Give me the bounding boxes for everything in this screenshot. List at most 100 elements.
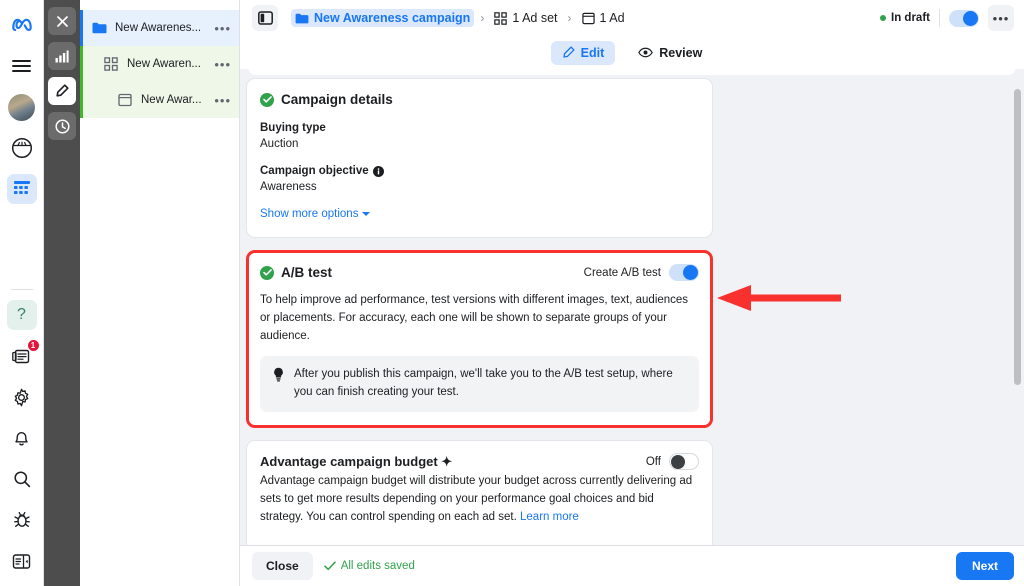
check-icon (323, 561, 336, 571)
list-item-label: New Awaren... (127, 58, 201, 70)
top-bar: New Awareness campaign › 1 Ad set › 1 Ad… (240, 0, 1024, 36)
status-label: In draft (891, 12, 930, 24)
ab-test-tip: After you publish this campaign, we'll t… (260, 356, 699, 413)
news-badge: 1 (26, 339, 40, 352)
help-icon[interactable]: ? (6, 300, 37, 330)
status-dot-icon (880, 15, 887, 21)
breadcrumb: New Awareness campaign › 1 Ad set › 1 Ad (291, 9, 629, 27)
advantage-budget-state-label: Off (645, 455, 661, 468)
list-item-menu-button[interactable]: ••• (214, 93, 239, 108)
show-more-options-link[interactable]: Show more options (260, 208, 371, 220)
ad-icon (116, 93, 134, 107)
ab-test-description: To help improve ad performance, test ver… (260, 294, 689, 342)
bug-icon[interactable] (7, 505, 37, 535)
campaign-details-title: Campaign details (260, 92, 699, 107)
mini-close-button[interactable] (48, 7, 76, 35)
app-window: ? 1 New Awarenes... ••• New Awaren... ••… (0, 0, 1024, 586)
breadcrumb-adset-label: 1 Ad set (512, 11, 558, 25)
tab-review[interactable]: Review (627, 41, 713, 65)
campaign-objective-text: Campaign objective (260, 165, 369, 177)
ab-test-title-label: A/B test (281, 265, 333, 280)
breadcrumb-campaign-label: New Awareness campaign (314, 11, 471, 25)
check-icon (260, 92, 274, 107)
advantage-budget-header: Advantage campaign budget ✦ Off (260, 453, 699, 471)
tab-bar: Edit Review (240, 36, 1024, 69)
partial-card-above (248, 69, 1016, 75)
breadcrumb-separator: › (567, 11, 572, 25)
gear-icon[interactable] (7, 382, 37, 412)
list-item-menu-button[interactable]: ••• (214, 21, 239, 36)
breadcrumb-ad-label: 1 Ad (599, 11, 625, 25)
list-item-label: New Awar... (141, 94, 202, 106)
create-ab-test-label: Create A/B test (583, 266, 661, 279)
bell-icon[interactable] (7, 423, 37, 453)
ab-test-card: A/B test Create A/B test To help improve… (246, 250, 713, 429)
search-icon[interactable] (7, 464, 37, 494)
breadcrumb-adset[interactable]: 1 Ad set (490, 9, 561, 27)
ab-test-title: A/B test (260, 265, 332, 280)
list-item-menu-button[interactable]: ••• (214, 57, 239, 72)
ads-manager-icon[interactable] (6, 174, 37, 204)
advantage-budget-description-text: Advantage campaign budget will distribut… (260, 475, 693, 523)
campaign-details-card: Campaign details Buying type Auction Cam… (246, 78, 713, 238)
dashboard-icon[interactable] (7, 133, 37, 163)
breadcrumb-ad[interactable]: 1 Ad (578, 9, 629, 27)
panel-toggle-icon[interactable] (252, 5, 278, 31)
object-list: New Awarenes... ••• New Awaren... ••• Ne… (80, 0, 240, 586)
advantage-budget-toggle[interactable] (669, 453, 699, 471)
create-ab-test-toggle[interactable] (669, 264, 699, 281)
mini-chart-button[interactable] (48, 42, 76, 70)
ab-test-header: A/B test Create A/B test (260, 264, 699, 281)
save-status: All edits saved (323, 560, 415, 572)
row-accent-bar (80, 46, 83, 82)
panel-icon[interactable] (7, 546, 37, 576)
check-icon (260, 265, 274, 280)
adset-icon (494, 11, 508, 25)
breadcrumb-separator: › (480, 11, 485, 25)
campaign-objective-value: Awareness (260, 181, 317, 193)
divider (939, 9, 940, 27)
eye-icon (638, 47, 654, 58)
lightbulb-icon (274, 368, 283, 382)
info-icon (372, 165, 384, 177)
learn-more-link[interactable]: Learn more (520, 511, 579, 523)
row-accent-bar (80, 10, 83, 46)
rail-divider (10, 289, 33, 290)
next-button[interactable]: Next (955, 552, 1014, 580)
list-item-campaign[interactable]: New Awarenes... ••• (80, 10, 239, 46)
annotation-arrow-icon (717, 285, 841, 311)
news-icon[interactable]: 1 (7, 339, 40, 371)
campaign-objective-label: Campaign objective (260, 165, 699, 177)
ab-test-tip-text: After you publish this campaign, we'll t… (294, 368, 673, 399)
vertical-scrollbar[interactable] (1014, 89, 1021, 385)
row-accent-bar (80, 82, 83, 118)
campaign-status-toggle[interactable] (949, 9, 979, 27)
left-rail: ? 1 (0, 0, 44, 586)
save-status-label: All edits saved (340, 560, 415, 572)
top-bar-actions: In draft ••• (880, 5, 1014, 31)
close-button[interactable]: Close (252, 552, 313, 580)
avatar[interactable] (7, 92, 37, 122)
list-item-adset[interactable]: New Awaren... ••• (80, 46, 239, 82)
scroll-region[interactable]: Campaign details Buying type Auction Cam… (240, 69, 1024, 545)
chevron-down-icon (362, 212, 371, 216)
breadcrumb-campaign[interactable]: New Awareness campaign (291, 9, 475, 27)
advantage-budget-card: Advantage campaign budget ✦ Off Advantag… (246, 440, 713, 545)
campaign-details-title-label: Campaign details (281, 92, 393, 107)
tab-edit[interactable]: Edit (550, 40, 616, 65)
tab-edit-label: Edit (580, 45, 605, 60)
advantage-budget-title: Advantage campaign budget ✦ (260, 453, 453, 469)
menu-icon[interactable] (7, 51, 37, 81)
folder-icon (90, 22, 108, 34)
mini-edit-button[interactable] (48, 77, 76, 105)
main-area: New Awareness campaign › 1 Ad set › 1 Ad… (240, 0, 1024, 586)
mini-history-button[interactable] (48, 112, 76, 140)
show-more-options-label: Show more options (260, 208, 359, 220)
meta-logo-icon[interactable] (7, 10, 37, 40)
overflow-menu-button[interactable]: ••• (988, 5, 1014, 31)
list-item-ad[interactable]: New Awar... ••• (80, 82, 239, 118)
ab-test-toggle-group: Create A/B test (584, 264, 699, 281)
mini-sidebar (44, 0, 80, 586)
advantage-budget-toggle-group: Off (645, 453, 699, 471)
status-badge: In draft (880, 12, 930, 24)
